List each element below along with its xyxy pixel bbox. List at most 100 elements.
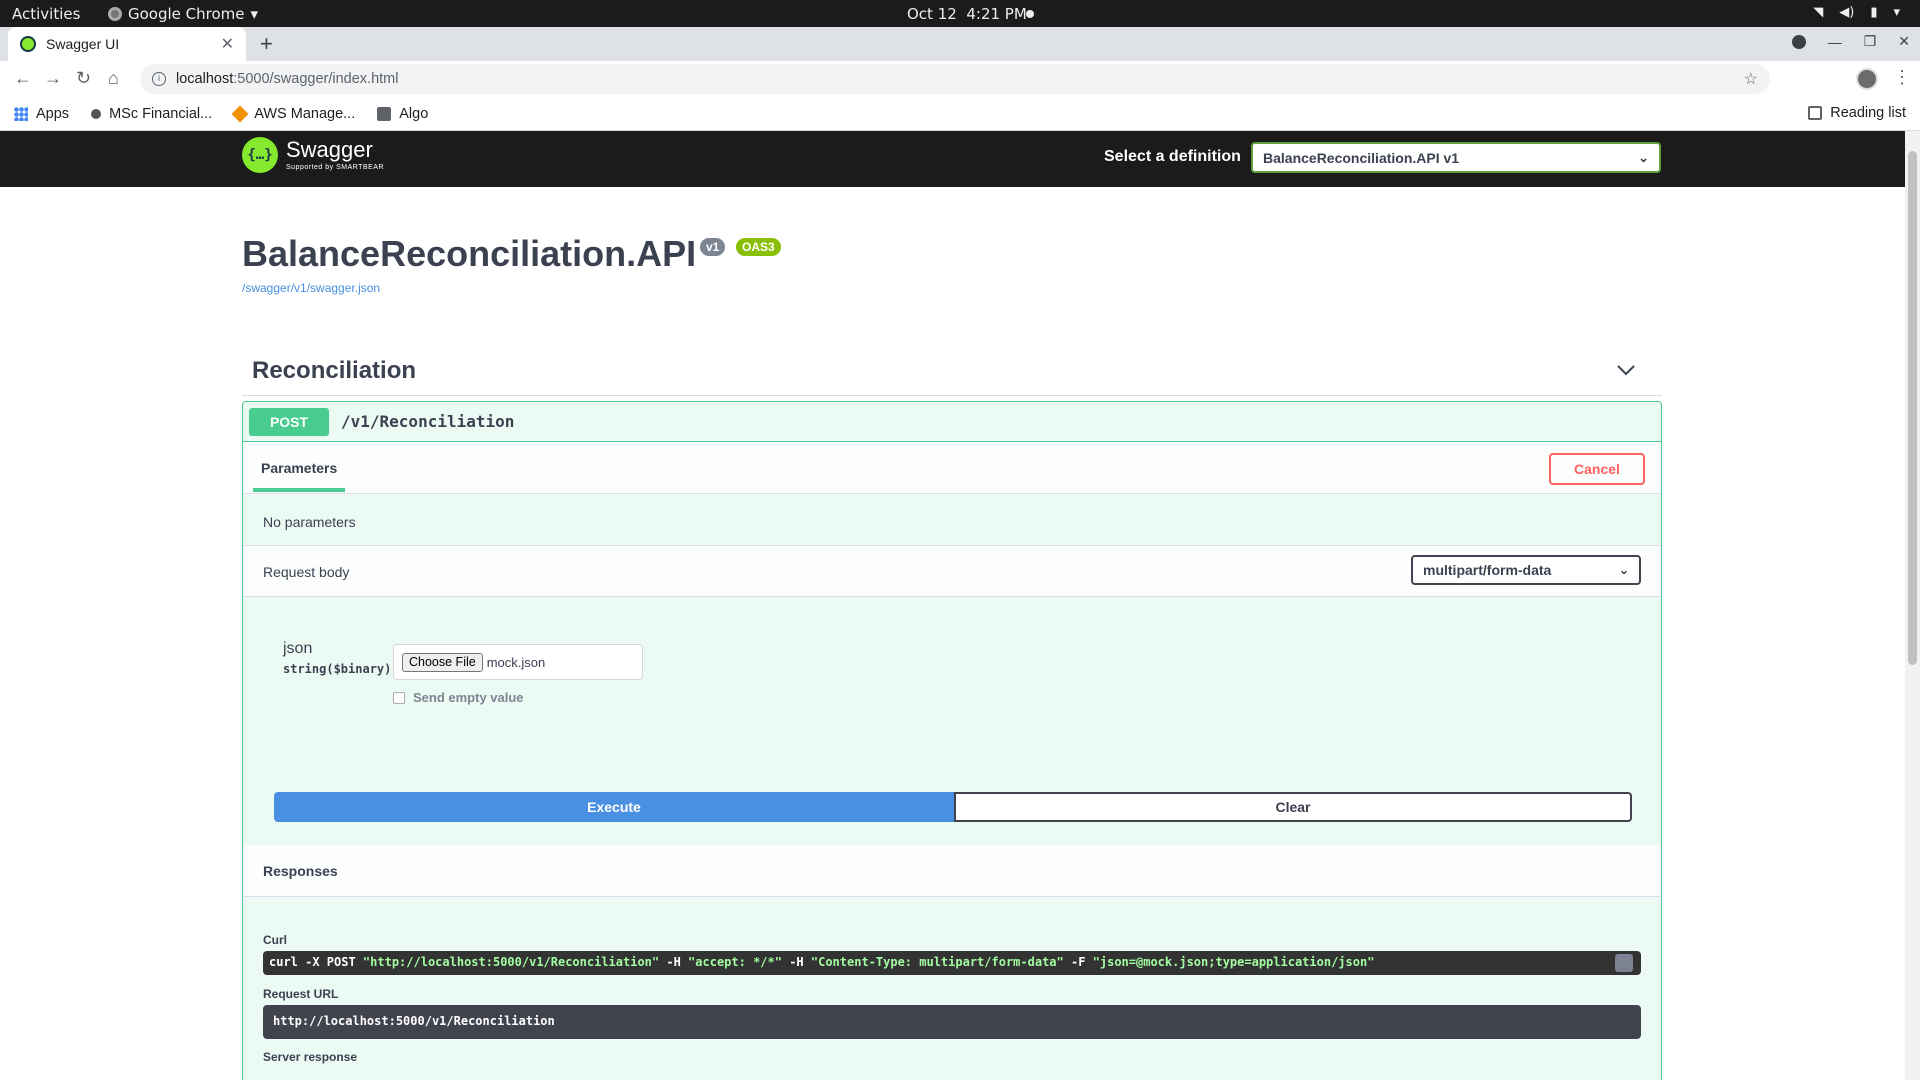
- reload-icon[interactable]: ↻: [76, 68, 91, 89]
- back-icon[interactable]: ←: [14, 68, 32, 89]
- system-top-bar: Activities Google Chrome ▾ Oct 12 4:21 P…: [0, 0, 1920, 27]
- cancel-button[interactable]: Cancel: [1549, 453, 1645, 485]
- msc-icon: [91, 108, 102, 119]
- send-empty-value[interactable]: Send empty value: [393, 690, 524, 705]
- send-empty-label: Send empty value: [413, 690, 524, 705]
- forward-icon[interactable]: →: [44, 68, 62, 89]
- reading-list-label: Reading list: [1830, 105, 1906, 121]
- curl-string: "http://localhost:5000/v1/Reconciliation…: [362, 955, 660, 969]
- curl-string: "accept: */*": [688, 955, 782, 969]
- swagger-brand: Swagger: [286, 137, 373, 162]
- chevron-down-icon: ⌄: [1618, 563, 1629, 577]
- page-scrollbar[interactable]: [1905, 131, 1920, 1080]
- tab-parameters[interactable]: Parameters: [253, 442, 345, 492]
- apps-grid-icon: [14, 106, 28, 121]
- oas-badge: OAS3: [736, 238, 781, 256]
- clear-button[interactable]: Clear: [954, 792, 1632, 822]
- request-url-label: Request URL: [263, 987, 339, 1001]
- curl-string: "json=@mock.json;type=application/json": [1092, 955, 1375, 969]
- swagger-favicon-icon: [20, 36, 36, 52]
- spec-link[interactable]: /swagger/v1/swagger.json: [242, 281, 380, 295]
- content-type-select[interactable]: multipart/form-data ⌄: [1411, 555, 1641, 585]
- chrome-menu-icon[interactable]: ⋮: [1893, 67, 1911, 88]
- request-body-label: Request body: [263, 564, 350, 580]
- caret-down-icon: ▾: [250, 5, 259, 23]
- restore-icon[interactable]: ❐: [1864, 33, 1877, 50]
- app-menu-label: Google Chrome: [128, 5, 245, 23]
- send-empty-checkbox[interactable]: [393, 691, 405, 704]
- system-tray[interactable]: ◥ ◀) ▮ ▾: [1813, 5, 1900, 20]
- app-menu[interactable]: Google Chrome ▾: [108, 5, 258, 23]
- chrome-icon: [108, 7, 122, 21]
- bookmark-star-icon[interactable]: ☆: [1744, 69, 1758, 89]
- address-bar[interactable]: i localhost:5000/swagger/index.html ☆: [140, 64, 1770, 94]
- tab-search-icon[interactable]: [1791, 34, 1806, 49]
- swagger-logo-icon: {…}: [242, 137, 278, 173]
- power-menu-icon: ▾: [1893, 5, 1900, 20]
- tag-divider: [242, 395, 1662, 396]
- home-icon[interactable]: ⌂: [108, 68, 119, 89]
- scrollbar-thumb[interactable]: [1908, 151, 1917, 665]
- swagger-logo[interactable]: {…} Swagger Supported by SMARTBEAR: [242, 137, 384, 173]
- definition-select-value: BalanceReconciliation.API v1: [1263, 149, 1460, 166]
- folder-icon: [377, 106, 392, 121]
- clock-date: Oct 12: [907, 5, 957, 23]
- curl-label: Curl: [263, 933, 287, 947]
- tab-close-icon[interactable]: ✕: [221, 34, 234, 54]
- bookmark-algo[interactable]: Algo: [377, 106, 428, 122]
- operation-summary[interactable]: POST /v1/Reconciliation: [243, 402, 1661, 442]
- select-definition-label: Select a definition: [1104, 148, 1241, 165]
- notification-dot-icon: [1026, 10, 1034, 18]
- activities-button[interactable]: Activities: [12, 5, 80, 23]
- definition-select[interactable]: BalanceReconciliation.API v1 ⌄: [1251, 142, 1661, 173]
- responses-label: Responses: [263, 863, 338, 879]
- curl-string: "Content-Type: multipart/form-data": [810, 955, 1064, 969]
- bookmarks-bar: Apps MSc Financial... AWS Manage... Algo…: [0, 97, 1920, 131]
- clock-time: 4:21 PM: [966, 5, 1027, 23]
- bookmark-aws[interactable]: AWS Manage...: [231, 105, 356, 122]
- new-tab-icon[interactable]: +: [260, 31, 273, 57]
- url-host: localhost: [176, 71, 234, 87]
- bookmark-msc-financial[interactable]: MSc Financial...: [91, 106, 212, 122]
- battery-icon: ▮: [1870, 5, 1878, 20]
- bookmark-label: Algo: [399, 105, 429, 122]
- curl-text: -H: [781, 955, 811, 969]
- curl-text: -F: [1063, 955, 1093, 969]
- browser-toolbar: ← → ↻ ⌂ i localhost:5000/swagger/index.h…: [0, 61, 1920, 97]
- responses-header: Responses: [243, 845, 1661, 897]
- choose-file-button[interactable]: Choose File: [402, 652, 483, 672]
- curl-text: curl -X POST: [269, 955, 363, 969]
- copy-icon[interactable]: [1615, 954, 1633, 972]
- volume-icon: ◀): [1839, 5, 1855, 20]
- site-info-icon[interactable]: i: [152, 72, 166, 86]
- close-window-icon[interactable]: ✕: [1898, 33, 1910, 50]
- window-controls: — ❐ ✕: [1791, 33, 1910, 50]
- profile-avatar[interactable]: [1856, 68, 1878, 90]
- parameters-header: Parameters Cancel: [243, 442, 1661, 494]
- bookmark-apps[interactable]: Apps: [14, 106, 69, 122]
- reading-list-icon: [1808, 106, 1823, 120]
- tag-title[interactable]: Reconciliation: [252, 357, 416, 385]
- reading-list-button[interactable]: Reading list: [1808, 105, 1906, 121]
- api-title: BalanceReconciliation.API: [242, 233, 697, 274]
- curl-command[interactable]: curl -X POST "http://localhost:5000/v1/R…: [263, 951, 1641, 975]
- execute-button[interactable]: Execute: [274, 792, 954, 822]
- request-url: http://localhost:5000/v1/Reconciliation: [263, 1005, 1641, 1039]
- field-name: json: [283, 640, 313, 657]
- clock[interactable]: Oct 12 4:21 PM: [907, 5, 1027, 23]
- server-response-label: Server response: [263, 1050, 358, 1064]
- tab-strip: Swagger UI ✕ + — ❐ ✕: [0, 27, 1920, 61]
- method-badge: POST: [249, 407, 329, 436]
- bookmark-label: MSc Financial...: [109, 105, 213, 122]
- chevron-down-icon: ⌄: [1638, 149, 1649, 165]
- collapse-chevron-icon[interactable]: [1615, 359, 1637, 381]
- swagger-topbar: {…} Swagger Supported by SMARTBEAR Selec…: [0, 131, 1905, 187]
- curl-text: -H: [659, 955, 689, 969]
- field-type: string($binary): [283, 662, 392, 676]
- minimize-icon[interactable]: —: [1828, 34, 1842, 50]
- file-name: mock.json: [486, 654, 546, 670]
- bookmark-label: AWS Manage...: [254, 105, 356, 122]
- browser-tab[interactable]: Swagger UI ✕: [8, 27, 246, 61]
- operation-path: /v1/Reconciliation: [341, 412, 515, 431]
- file-input[interactable]: Choose File mock.json: [393, 644, 643, 680]
